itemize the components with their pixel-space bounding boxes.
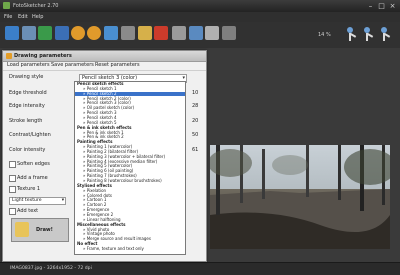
app-icon <box>3 2 10 9</box>
menu-reset-parameters[interactable]: Reset parameters <box>95 62 140 68</box>
save-icon[interactable] <box>5 26 19 40</box>
zoom-out-icon[interactable] <box>379 25 393 43</box>
photo-preview[interactable] <box>208 145 396 249</box>
edge-threshold-value: 10 <box>192 90 199 96</box>
window-title: FotoSketcher 2.70 <box>13 3 59 9</box>
add-frame-label: Add a frame <box>17 175 48 181</box>
texture-label: Texture 1 <box>17 186 41 192</box>
draw-button[interactable]: Draw! <box>11 218 69 242</box>
soften-edges-label: Soften edges <box>17 161 50 167</box>
undo-icon[interactable] <box>71 26 85 40</box>
palette-icon <box>6 53 12 59</box>
color-intensity-value: 61 <box>192 147 199 153</box>
toolbar: 14 % <box>0 22 400 49</box>
color-intensity-label: Color intensity <box>9 147 46 153</box>
export-icon[interactable] <box>55 26 69 40</box>
print-icon[interactable] <box>172 26 186 40</box>
menu-file[interactable]: File <box>4 14 12 20</box>
dialog-menu: Load parameters Save parameters Reset pa… <box>3 61 206 71</box>
crop-icon[interactable] <box>104 26 118 40</box>
monitor-icon[interactable] <box>189 26 203 40</box>
add-text-checkbox[interactable] <box>9 208 16 215</box>
minimize-icon[interactable]: – <box>366 2 375 10</box>
edge-intensity-label: Edge intensity <box>9 103 45 109</box>
menu-load-parameters[interactable]: Load parameters <box>7 62 50 68</box>
texture-select[interactable]: Light texture ▾ <box>9 197 66 205</box>
close-icon[interactable]: × <box>388 2 397 10</box>
zoom-fit-icon[interactable] <box>362 25 376 43</box>
compare-icon[interactable] <box>205 26 219 40</box>
dropdown-option[interactable]: » Frame, texture and text only <box>75 246 185 251</box>
menu-help[interactable]: Help <box>32 14 43 20</box>
open-icon[interactable] <box>22 26 36 40</box>
resize-icon[interactable] <box>121 26 135 40</box>
open-photo-icon[interactable] <box>38 26 52 40</box>
camera-icon[interactable] <box>222 26 236 40</box>
chevron-down-icon: ▾ <box>61 198 64 203</box>
menu-bar: File Edit Help <box>0 12 400 22</box>
contrast-lighten-label: Contrast/Lighten <box>9 132 51 138</box>
add-frame-checkbox[interactable] <box>9 175 16 182</box>
photo-image <box>208 145 396 249</box>
draw-button-label: Draw! <box>36 227 53 233</box>
palette-icon[interactable] <box>138 26 152 40</box>
title-bar: FotoSketcher 2.70 – □ × <box>0 0 400 12</box>
stroke-length-label: Stroke length <box>9 118 43 124</box>
menu-edit[interactable]: Edit <box>18 14 28 20</box>
app-window: FotoSketcher 2.70 – □ × File Edit Help 1… <box>0 0 400 275</box>
edge-intensity-value: 28 <box>192 103 199 109</box>
add-text-label: Add text <box>17 208 39 214</box>
status-text: IMAG0837.jpg - 3264x1952 - 72 dpi <box>10 266 92 271</box>
drawing-style-dropdown-list[interactable]: Pencil sketch effects» Pencil sketch 1» … <box>74 81 186 255</box>
text-tool-icon[interactable] <box>154 26 168 40</box>
dialog-title: Drawing parameters <box>14 53 72 59</box>
zoom-in-icon[interactable] <box>345 25 359 43</box>
edge-threshold-label: Edge threshold <box>9 90 47 96</box>
brush-icon <box>15 222 29 237</box>
texture-checkbox[interactable] <box>9 186 16 193</box>
status-bar: IMAG0837.jpg - 3264x1952 - 72 dpi <box>0 262 400 275</box>
contrast-lighten-value: 50 <box>192 132 199 138</box>
drawing-style-label: Drawing style <box>9 74 44 80</box>
menu-save-parameters[interactable]: Save parameters <box>51 62 94 68</box>
stroke-length-value: 20 <box>192 118 199 124</box>
maximize-icon[interactable]: □ <box>377 2 386 10</box>
texture-select-value: Light texture <box>12 198 42 203</box>
redo-icon[interactable] <box>87 26 101 40</box>
zoom-level: 14 % <box>318 32 331 38</box>
soften-edges-checkbox[interactable] <box>9 161 16 168</box>
